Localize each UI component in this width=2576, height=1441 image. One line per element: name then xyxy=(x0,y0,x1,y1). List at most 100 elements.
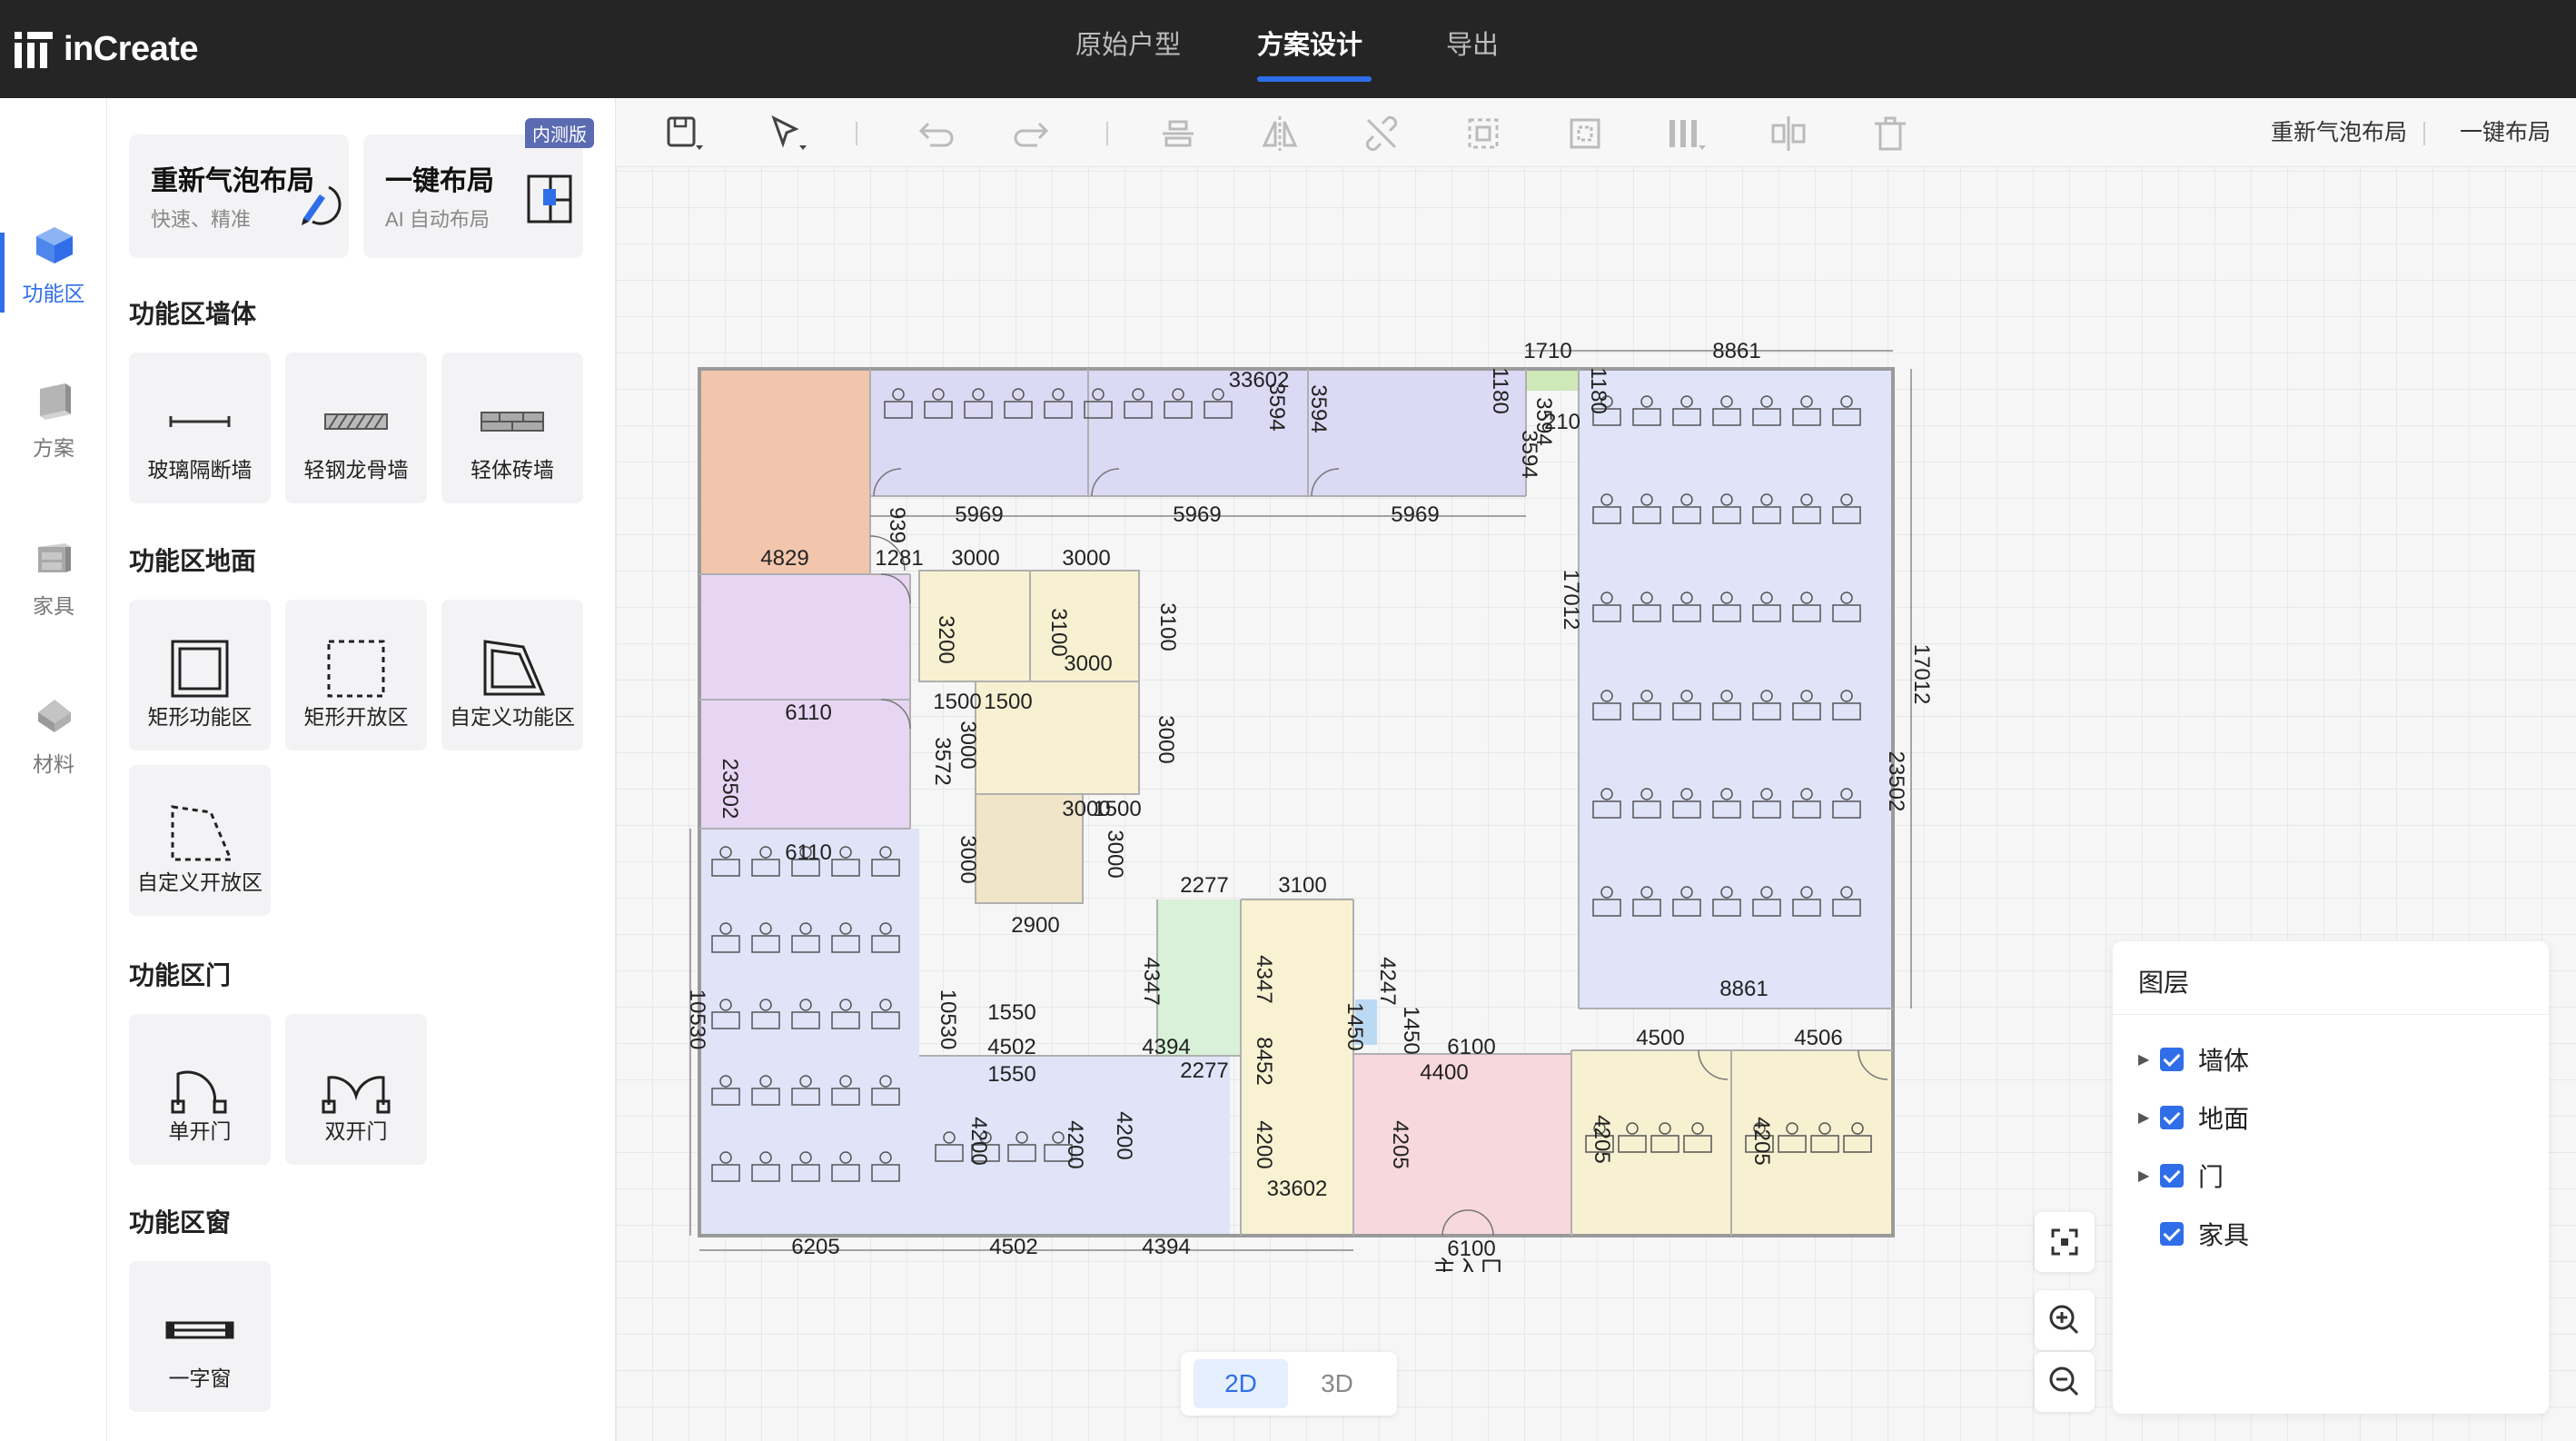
mirror-icon[interactable] xyxy=(1259,113,1301,154)
select-cursor-icon[interactable] xyxy=(768,113,810,154)
dimension-label: 4500 xyxy=(1636,1026,1684,1050)
tab-export[interactable]: 导出 xyxy=(1446,27,1499,73)
split-icon[interactable] xyxy=(1768,113,1809,154)
dimension-label: 6110 xyxy=(785,701,832,725)
one-click-layout-button[interactable]: 一键布局 xyxy=(2460,114,2551,151)
tool-double-door[interactable]: 双开门 xyxy=(285,1014,427,1165)
rect-zone-icon xyxy=(171,640,229,698)
zoom-in-icon xyxy=(2049,1305,2079,1335)
dimension-label: 4205 xyxy=(1590,1115,1614,1163)
app-name: inCreate xyxy=(64,29,199,68)
single-door-icon xyxy=(171,1070,227,1114)
zoom-out-button[interactable] xyxy=(2035,1352,2095,1412)
dimension-label: 4200 xyxy=(1063,1120,1087,1168)
dimension-label: 4205 xyxy=(1388,1120,1412,1168)
tool-single-door[interactable]: 单开门 xyxy=(129,1014,271,1165)
dimension-label: 1500 xyxy=(933,690,981,714)
dimension-label: 210 xyxy=(1544,410,1580,434)
dimension-label: 10530 xyxy=(936,989,960,1050)
rail-label: 功能区 xyxy=(22,282,85,305)
layer-row-walls[interactable]: ▶ 墙体 xyxy=(2138,1039,2249,1079)
dimension-label: 2900 xyxy=(1011,913,1059,938)
section-title-windows: 功能区窗 xyxy=(129,1208,232,1237)
expand-arrow-icon[interactable]: ▶ xyxy=(2138,1108,2160,1127)
fit-view-button[interactable] xyxy=(2035,1212,2095,1272)
tool-light-brick-wall[interactable]: 轻体砖墙 xyxy=(441,353,583,503)
layer-row-furniture[interactable]: 家具 xyxy=(2138,1214,2249,1254)
tool-rect-open-zone[interactable]: 矩形开放区 xyxy=(285,600,427,750)
rail-label: 材料 xyxy=(33,752,74,776)
tool-glass-partition-wall[interactable]: 玻璃隔断墙 xyxy=(129,353,271,503)
dimension-label: 4400 xyxy=(1420,1060,1468,1085)
section-title-floors: 功能区地面 xyxy=(129,547,257,575)
view-mode-toggle: 2D 3D xyxy=(1181,1352,1397,1416)
layer-row-doors[interactable]: ▶ 门 xyxy=(2138,1156,2224,1196)
group-icon[interactable] xyxy=(1462,113,1504,154)
align-icon[interactable] xyxy=(1157,113,1199,154)
dimension-label: 3000 xyxy=(1062,546,1110,571)
dimension-label: 8861 xyxy=(1719,977,1768,1001)
dimension-label: 4200 xyxy=(1252,1120,1276,1168)
tool-rect-zone[interactable]: 矩形功能区 xyxy=(129,600,271,750)
main-entrance-label: 主入口 xyxy=(1432,1256,1503,1272)
dimension-label: 5969 xyxy=(1391,502,1439,527)
expand-arrow-icon[interactable]: ▶ xyxy=(2138,1050,2160,1068)
tool-straight-window[interactable]: 一字窗 xyxy=(129,1261,271,1412)
rebubble-layout-button[interactable]: 重新气泡布局 xyxy=(2271,114,2407,151)
tool-label: 一字窗 xyxy=(168,1366,232,1390)
tab-scheme-design[interactable]: 方案设计 xyxy=(1257,27,1362,73)
delete-icon[interactable] xyxy=(1869,113,1911,154)
cube-icon xyxy=(35,225,74,265)
beta-badge: 内测版 xyxy=(525,118,594,148)
redo-icon[interactable] xyxy=(1014,113,1055,154)
tool-custom-zone[interactable]: 自定义功能区 xyxy=(441,600,583,750)
one-click-layout-card[interactable]: 一键布局 AI 自动布局 xyxy=(363,134,583,258)
tool-light-steel-wall[interactable]: 轻钢龙骨墙 xyxy=(285,353,427,503)
distribute-icon[interactable] xyxy=(1666,113,1708,154)
tool-custom-open-zone[interactable]: 自定义开放区 xyxy=(129,765,271,916)
save-icon[interactable] xyxy=(663,113,705,154)
layer-checkbox[interactable] xyxy=(2160,1106,2184,1129)
app-logo[interactable]: inCreate xyxy=(15,24,199,75)
card-subtitle: AI 自动布局 xyxy=(385,208,490,231)
dimension-label: 17012 xyxy=(1909,644,1934,705)
layer-row-floors[interactable]: ▶ 地面 xyxy=(2138,1098,2249,1138)
dimension-label: 1500 xyxy=(984,690,1032,714)
rail-item-material[interactable]: 材料 xyxy=(0,660,107,778)
ungroup-icon[interactable] xyxy=(1564,113,1606,154)
floor-plan[interactable]: 1710 8861118035945969 5969 5969336023594 359… xyxy=(672,327,1944,1272)
dimension-label: 4347 xyxy=(1139,957,1164,1005)
top-bar: inCreate 原始户型 方案设计 导出 xyxy=(0,0,2576,98)
tool-label: 单开门 xyxy=(168,1119,232,1143)
dimension-label: 939 xyxy=(885,507,909,543)
rail-item-furniture[interactable]: 家具 xyxy=(0,502,107,620)
unlink-icon[interactable] xyxy=(1361,113,1402,154)
layer-checkbox[interactable] xyxy=(2160,1048,2184,1071)
dimension-label: 3000 xyxy=(956,720,980,769)
book-icon xyxy=(35,380,74,420)
card-title: 一键布局 xyxy=(385,166,494,196)
layer-checkbox[interactable] xyxy=(2160,1164,2184,1188)
view-3d-button[interactable]: 3D xyxy=(1290,1359,1384,1408)
tab-original-floorplan[interactable]: 原始户型 xyxy=(1075,27,1181,73)
expand-arrow-icon[interactable]: ▶ xyxy=(2138,1167,2160,1185)
dimension-label: 6110 xyxy=(785,840,832,865)
view-2d-button[interactable]: 2D xyxy=(1194,1359,1288,1408)
rail-item-scheme[interactable]: 方案 xyxy=(0,343,107,462)
dimension-label: 4200 xyxy=(966,1117,991,1165)
dimension-label: 10530 xyxy=(685,989,709,1050)
component-panel: 重新气泡布局 快速、精准 一键布局 AI 自动布局 内测版 功能区墙体 玻璃隔断… xyxy=(107,98,616,1441)
active-tab-underline xyxy=(1257,76,1372,82)
zoom-in-button[interactable] xyxy=(2035,1290,2095,1350)
dimension-label: 4502 xyxy=(987,1035,1035,1059)
rail-item-functional-zone[interactable]: 功能区 xyxy=(0,189,107,307)
tool-label: 矩形开放区 xyxy=(303,705,409,729)
dimension-label: 3000 xyxy=(1154,715,1178,763)
rebubble-layout-card[interactable]: 重新气泡布局 快速、精准 xyxy=(129,134,349,258)
undo-icon[interactable] xyxy=(912,113,954,154)
canvas-toolbar: 重新气泡布局 一键布局 xyxy=(616,98,2576,167)
zoom-out-icon xyxy=(2049,1366,2079,1396)
dimension-label: 4247 xyxy=(1375,957,1400,1005)
layer-checkbox[interactable] xyxy=(2160,1222,2184,1246)
rect-open-zone-icon xyxy=(327,640,385,698)
